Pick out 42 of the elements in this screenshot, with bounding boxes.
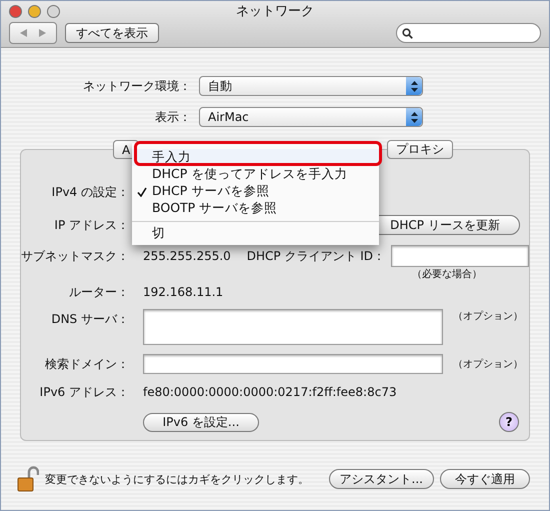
ip-address-label: IP アドレス： (53, 216, 129, 234)
help-button[interactable]: ? (499, 412, 519, 432)
tab[interactable]: プロキシ (387, 140, 453, 159)
client-id-hint: （必要な場合） (412, 268, 482, 281)
search-domain-label: 検索ドメイン： (44, 356, 129, 372)
subnet-mask-value: 255.255.255.0 (143, 249, 232, 263)
location-label: ネットワーク環境： (82, 78, 192, 94)
show-popup[interactable]: AirMac (199, 107, 423, 127)
lock-message: 変更できないようにするにはカギをクリックします。 (45, 472, 309, 486)
ipv6-address-value: fe80:0000:0000:0000:0217:f2ff:fee8:8c73 (143, 385, 397, 399)
show-label: 表示： (154, 108, 192, 126)
subnet-mask-label: サブネットマスク： (21, 248, 129, 264)
close-button[interactable] (9, 5, 22, 18)
minimize-button[interactable] (28, 5, 41, 18)
search-field[interactable] (396, 23, 541, 43)
menu-item[interactable]: DHCP サーバを参照 (132, 183, 379, 200)
show-all-button[interactable]: すべてを表示 (65, 23, 159, 43)
popup-arrows-icon (410, 112, 418, 122)
router-label: ルーター： (68, 284, 129, 300)
zoom-button[interactable] (47, 5, 60, 18)
window-title: ネットワーク (236, 3, 314, 20)
configure-ipv6-button[interactable]: IPv6 を設定... (143, 412, 259, 432)
dns-server-hint: （オプション） (453, 310, 523, 323)
arrows-icon (20, 29, 46, 37)
router-value: 192.168.11.1 (143, 285, 224, 299)
dns-server-label: DNS サーバ： (50, 311, 129, 328)
padlock-icon (17, 466, 39, 492)
popup-arrows-icon (410, 80, 418, 92)
client-id-label: DHCP クライアント ID： (246, 248, 385, 264)
ipv4-label: IPv4 の設定： (50, 184, 129, 200)
client-id-field[interactable] (391, 245, 529, 267)
dns-server-field[interactable] (143, 309, 443, 345)
search-domain-field[interactable] (143, 354, 443, 374)
assistant-button[interactable]: アシスタント... (328, 469, 434, 489)
menu-item[interactable]: DHCP を使ってアドレスを手入力 (132, 166, 379, 183)
back-forward-button[interactable] (9, 22, 57, 44)
search-icon (402, 28, 413, 38)
ipv6-address-label: IPv6 アドレス： (38, 384, 129, 400)
search-domain-hint: （オプション） (453, 358, 523, 371)
location-popup[interactable]: 自動 (199, 76, 423, 96)
apply-now-button[interactable]: 今すぐ適用 (440, 469, 530, 489)
menu-item[interactable]: BOOTP サーバを参照 (132, 200, 379, 217)
